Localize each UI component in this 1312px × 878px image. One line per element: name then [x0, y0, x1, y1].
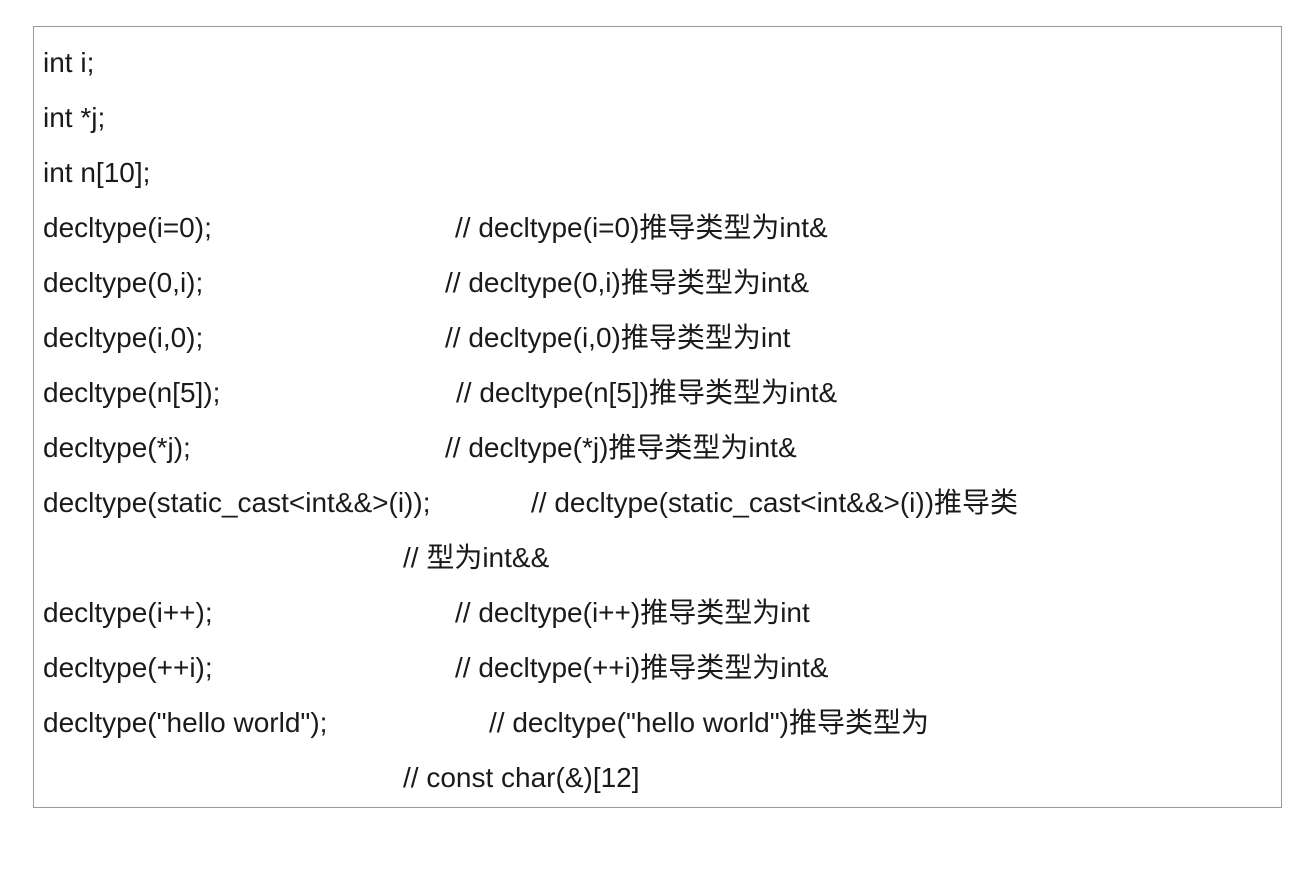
- code-line: decltype(i,0); // decltype(i,0)推导类型为int: [34, 318, 1281, 358]
- code-line: decltype(n[5]); // decltype(n[5])推导类型为in…: [34, 373, 1281, 413]
- code-line: int n[10];: [34, 153, 1281, 193]
- code-text: int i;: [43, 47, 95, 78]
- code-text: decltype(i++);: [43, 597, 213, 628]
- code-text: decltype("hello world");: [43, 707, 328, 738]
- code-comment: // decltype(0,i)推导类型为int&: [445, 267, 810, 298]
- code-line: decltype(i=0); // decltype(i=0)推导类型为int&: [34, 208, 1281, 248]
- code-comment: // decltype(++i)推导类型为int&: [455, 652, 829, 683]
- code-comment: // decltype(n[5])推导类型为int&: [456, 377, 838, 408]
- code-text: decltype(i=0);: [43, 212, 212, 243]
- code-line: decltype(++i); // decltype(++i)推导类型为int&: [34, 648, 1281, 688]
- code-comment: // 型为int&&: [403, 542, 550, 573]
- code-line: // const char(&)[12]: [34, 758, 1281, 798]
- code-text: decltype(0,i);: [43, 267, 204, 298]
- code-text: int n[10];: [43, 157, 151, 188]
- code-line: decltype(0,i); // decltype(0,i)推导类型为int&: [34, 263, 1281, 303]
- code-text: decltype(i,0);: [43, 322, 204, 353]
- code-comment: // decltype(*j)推导类型为int&: [445, 432, 797, 463]
- code-comment: // decltype(static_cast<int&&>(i))推导类: [531, 487, 1019, 518]
- code-comment: // decltype(i++)推导类型为int: [455, 597, 810, 628]
- code-line: int *j;: [34, 98, 1281, 138]
- code-text: decltype(static_cast<int&&>(i));: [43, 487, 431, 518]
- code-comment: // decltype(i=0)推导类型为int&: [455, 212, 828, 243]
- code-line: decltype(*j); // decltype(*j)推导类型为int&: [34, 428, 1281, 468]
- code-text: decltype(n[5]);: [43, 377, 221, 408]
- code-comment: // decltype("hello world")推导类型为: [489, 707, 930, 738]
- code-line: decltype("hello world"); // decltype("he…: [34, 703, 1281, 743]
- code-line: decltype(static_cast<int&&>(i)); // decl…: [34, 483, 1281, 523]
- code-comment: // decltype(i,0)推导类型为int: [445, 322, 791, 353]
- code-line: // 型为int&&: [34, 538, 1281, 578]
- code-comment: // const char(&)[12]: [403, 762, 640, 793]
- code-text: int *j;: [43, 102, 106, 133]
- code-line: int i;: [34, 43, 1281, 83]
- code-text: decltype(++i);: [43, 652, 213, 683]
- code-block: int i; int *j; int n[10]; decltype(i=0);…: [33, 26, 1282, 808]
- code-text: decltype(*j);: [43, 432, 191, 463]
- code-line: decltype(i++); // decltype(i++)推导类型为int: [34, 593, 1281, 633]
